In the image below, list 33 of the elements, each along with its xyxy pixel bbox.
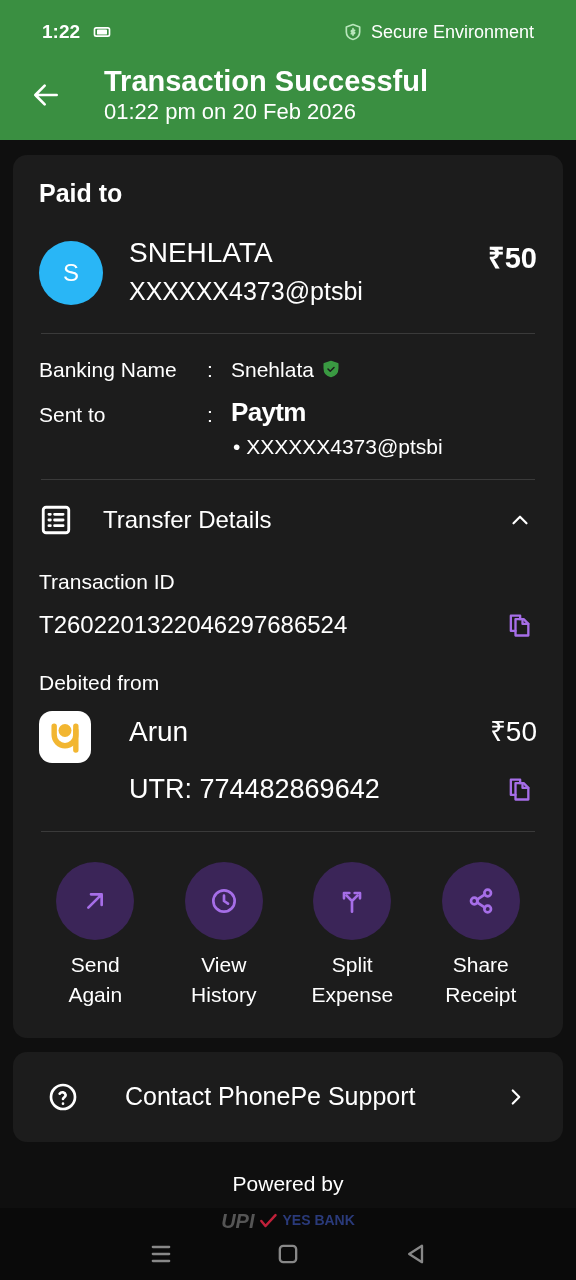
yes-bank-logo: YES BANK bbox=[282, 1211, 355, 1230]
transfer-details-toggle[interactable]: Transfer Details bbox=[39, 501, 537, 538]
section-heading: Paid to bbox=[39, 178, 124, 209]
field-label: Transaction ID bbox=[39, 568, 176, 595]
bank-logo-icon bbox=[39, 710, 91, 763]
utr-number: UTR: 774482869642 bbox=[129, 772, 380, 806]
secure-label: Secure Environment bbox=[370, 20, 534, 44]
amount: ₹50 bbox=[487, 240, 537, 276]
detail-separator: : bbox=[207, 356, 214, 383]
action-button[interactable]: Share Receipt bbox=[416, 862, 545, 1010]
action-button[interactable]: Send Again bbox=[31, 862, 160, 1010]
powered-by-label: Powered by bbox=[231, 1171, 345, 1197]
upi-logo: UPI bbox=[221, 1209, 255, 1232]
detail-label: Banking Name bbox=[39, 356, 178, 383]
detail-separator: : bbox=[207, 402, 214, 428]
payee-upi-id: XXXXXX4373@ptsbi bbox=[129, 275, 364, 307]
transaction-id: T2602201322046297686524 bbox=[39, 610, 348, 640]
help-icon bbox=[47, 1081, 79, 1113]
support-button[interactable]: Contact PhonePe Support bbox=[13, 1052, 563, 1142]
action-button[interactable]: View History bbox=[159, 862, 288, 1010]
field-label: Debited from bbox=[39, 670, 161, 696]
detail-value: • XXXXXX4373@ptsbi bbox=[233, 434, 443, 460]
status-time: 1:22 bbox=[42, 19, 81, 44]
account-name: Arun bbox=[129, 714, 189, 749]
detail-label: Sent to bbox=[39, 402, 107, 428]
action-button[interactable]: Split Expense bbox=[288, 862, 417, 1010]
payee-name: SNEHLATA bbox=[129, 235, 274, 270]
header-subtitle: 01:22 pm on 20 Feb 2026 bbox=[104, 98, 357, 126]
paytm-logo: Paytm bbox=[231, 399, 307, 425]
detail-value: Snehlata bbox=[231, 356, 314, 383]
header-title: Transaction Successful bbox=[104, 64, 428, 98]
debited-amount: ₹50 bbox=[489, 714, 537, 749]
avatar: S bbox=[39, 240, 103, 305]
